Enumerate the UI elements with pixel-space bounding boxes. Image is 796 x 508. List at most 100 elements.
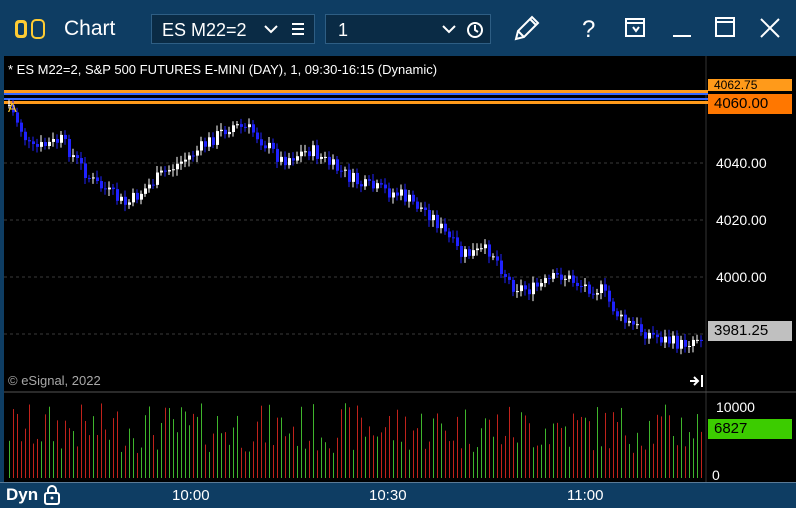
candle-body xyxy=(348,169,351,182)
candle-body xyxy=(568,275,571,279)
candle-body xyxy=(76,155,79,159)
volume-bar xyxy=(609,448,610,478)
candle-body xyxy=(660,337,663,343)
candle-body xyxy=(88,177,91,179)
volume-bar xyxy=(325,442,326,478)
candle-body xyxy=(176,163,179,170)
candle-body xyxy=(216,131,219,145)
candle-body xyxy=(192,155,195,157)
volume-bar xyxy=(189,425,190,478)
candle-body xyxy=(484,244,487,249)
candle-body xyxy=(100,181,103,189)
candle-body xyxy=(244,126,247,128)
chart-info-text: * ES M22=2, S&P 500 FUTURES E-MINI (DAY)… xyxy=(8,62,438,77)
volume-bar xyxy=(433,418,434,478)
candle-body xyxy=(508,276,511,280)
candle-body xyxy=(620,314,623,317)
volume-bar xyxy=(361,417,362,478)
candle-body xyxy=(572,275,575,283)
volume-bar xyxy=(357,405,358,478)
volume-bar xyxy=(541,444,542,478)
volume-bar xyxy=(105,429,106,478)
volume-bar xyxy=(277,417,278,478)
candle-body xyxy=(644,332,647,339)
volume-bar xyxy=(593,450,594,478)
price-tag-partial: 4062.75 xyxy=(708,79,792,91)
volume-bar xyxy=(521,412,522,478)
volume-bar xyxy=(429,441,430,478)
candle-body xyxy=(556,272,559,275)
candle-body xyxy=(452,237,455,239)
candle-body xyxy=(560,274,563,280)
candle-body xyxy=(268,142,271,149)
volume-bar xyxy=(17,413,18,478)
volume-axis-label: 0 xyxy=(712,467,720,483)
candle-body xyxy=(384,184,387,189)
candle-body xyxy=(156,172,159,185)
candle-body xyxy=(656,334,659,338)
volume-bar xyxy=(377,436,378,478)
candle-body xyxy=(492,256,495,258)
candle-body xyxy=(196,150,199,156)
volume-bar xyxy=(585,417,586,478)
volume-bar xyxy=(469,443,470,478)
candle-body xyxy=(392,192,395,198)
volume-bar xyxy=(209,451,210,478)
candle-body xyxy=(524,285,527,290)
volume-bar xyxy=(165,407,166,478)
volume-bar xyxy=(53,441,54,478)
candle-body xyxy=(344,169,347,171)
candle-body xyxy=(476,248,479,251)
candle-body xyxy=(96,177,99,182)
volume-bar xyxy=(233,427,234,478)
volume-bar xyxy=(589,421,590,478)
candle-body xyxy=(432,214,435,221)
volume-bar xyxy=(621,407,622,478)
volume-bar xyxy=(473,451,474,478)
volume-bar xyxy=(701,431,702,478)
candle-body xyxy=(512,279,515,292)
volume-bar xyxy=(33,443,34,478)
volume-bar xyxy=(37,438,38,478)
candle-body xyxy=(264,145,267,149)
time-label: 11:00 xyxy=(567,487,604,504)
volume-bar xyxy=(85,420,86,478)
candle-body xyxy=(148,184,151,189)
candle-body xyxy=(68,139,71,158)
candle-body xyxy=(332,159,335,165)
candle-body xyxy=(152,184,155,186)
volume-bar xyxy=(425,448,426,478)
volume-bar xyxy=(225,432,226,478)
volume-bar xyxy=(525,415,526,478)
volume-bar xyxy=(657,414,658,478)
candle-body xyxy=(688,345,691,347)
volume-bar xyxy=(9,440,10,478)
candle-body xyxy=(420,207,423,209)
volume-bar xyxy=(605,412,606,478)
lock-icon[interactable] xyxy=(43,484,61,506)
candle-body xyxy=(400,189,403,196)
volume-bar xyxy=(489,419,490,478)
volume-bar xyxy=(153,435,154,478)
candle-body xyxy=(132,192,135,203)
candle-body xyxy=(480,248,483,250)
volume-bar xyxy=(149,406,150,478)
volume-bar xyxy=(249,451,250,478)
volume-bar xyxy=(529,423,530,478)
price-axis-label: 4000.00 xyxy=(716,269,767,285)
dynamic-label[interactable]: Dyn xyxy=(6,485,38,505)
candle-body xyxy=(84,163,87,178)
volume-bar xyxy=(253,441,254,478)
volume-bar xyxy=(89,435,90,478)
candle-body xyxy=(316,145,319,159)
scroll-right-icon[interactable] xyxy=(690,375,703,387)
volume-bar xyxy=(369,426,370,478)
candle-body xyxy=(648,332,651,339)
volume-bar xyxy=(97,435,98,478)
volume-bar xyxy=(217,416,218,478)
volume-bar xyxy=(553,423,554,478)
volume-bar xyxy=(81,404,82,478)
time-label: 10:30 xyxy=(369,487,407,504)
candle-body xyxy=(360,184,363,187)
volume-bar xyxy=(389,416,390,478)
